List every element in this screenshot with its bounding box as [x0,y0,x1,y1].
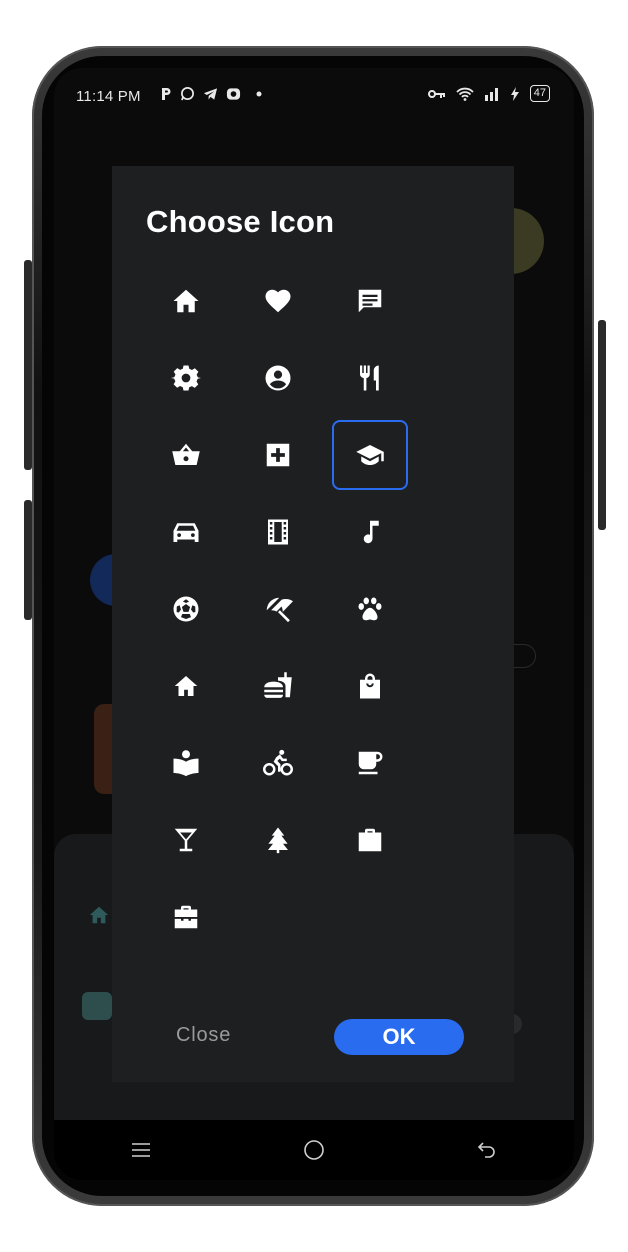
account-icon[interactable] [240,343,316,413]
power-button [598,320,606,530]
whatsapp-icon [181,87,194,101]
notification-icons [160,86,265,101]
toolbox-icon[interactable] [148,882,224,952]
screen: 11:14 PM 47 Choose Icon Close OK [54,68,574,1180]
status-bar: 11:14 PM 47 [54,68,574,124]
ok-button[interactable]: OK [334,1019,464,1055]
system-navbar [54,1120,574,1180]
basket-icon[interactable] [148,420,224,490]
dialog-title: Choose Icon [146,204,335,239]
status-right: 47 [427,85,550,102]
choose-icon-dialog: Choose Icon Close OK [112,166,514,1082]
home-circle-icon[interactable] [294,1130,334,1170]
battery-level: 47 [529,85,550,102]
cocktail-icon[interactable] [148,805,224,875]
soccer-ball-icon[interactable] [148,574,224,644]
reading-icon[interactable] [148,728,224,798]
photos-icon [226,87,241,100]
key-icon [427,89,445,98]
medical-icon[interactable] [240,420,316,490]
music-note-icon[interactable] [332,497,408,567]
bicycle-icon[interactable] [240,728,316,798]
fast-food-icon[interactable] [240,651,316,721]
volume-button [24,260,32,470]
coffee-cup-icon[interactable] [332,728,408,798]
restaurant-icon[interactable] [332,343,408,413]
heart-icon[interactable] [240,266,316,336]
graduation-cap-icon[interactable] [332,420,408,490]
tree-icon[interactable] [240,805,316,875]
paw-icon[interactable] [332,574,408,644]
status-time: 11:14 PM [76,88,141,105]
bg-category-chip [82,992,112,1020]
wifi-icon [456,87,474,101]
car-icon[interactable] [148,497,224,567]
gear-icon[interactable] [148,343,224,413]
telegram-icon [203,87,218,100]
chat-icon[interactable] [332,266,408,336]
film-icon[interactable] [240,497,316,567]
parking-icon [162,87,171,100]
dot-icon [256,91,262,96]
shopping-bag-icon[interactable] [332,651,408,721]
signal-icon [484,87,498,101]
briefcase-icon[interactable] [332,805,408,875]
back-icon[interactable] [467,1130,507,1170]
bg-home-icon [89,906,109,924]
beach-umbrella-icon[interactable] [240,574,316,644]
menu-icon[interactable] [121,1130,161,1170]
home-icon[interactable] [148,266,224,336]
house-icon[interactable] [148,651,224,721]
charging-icon [510,86,519,101]
close-button[interactable]: Close [176,1024,231,1047]
side-button-lower [24,500,32,620]
